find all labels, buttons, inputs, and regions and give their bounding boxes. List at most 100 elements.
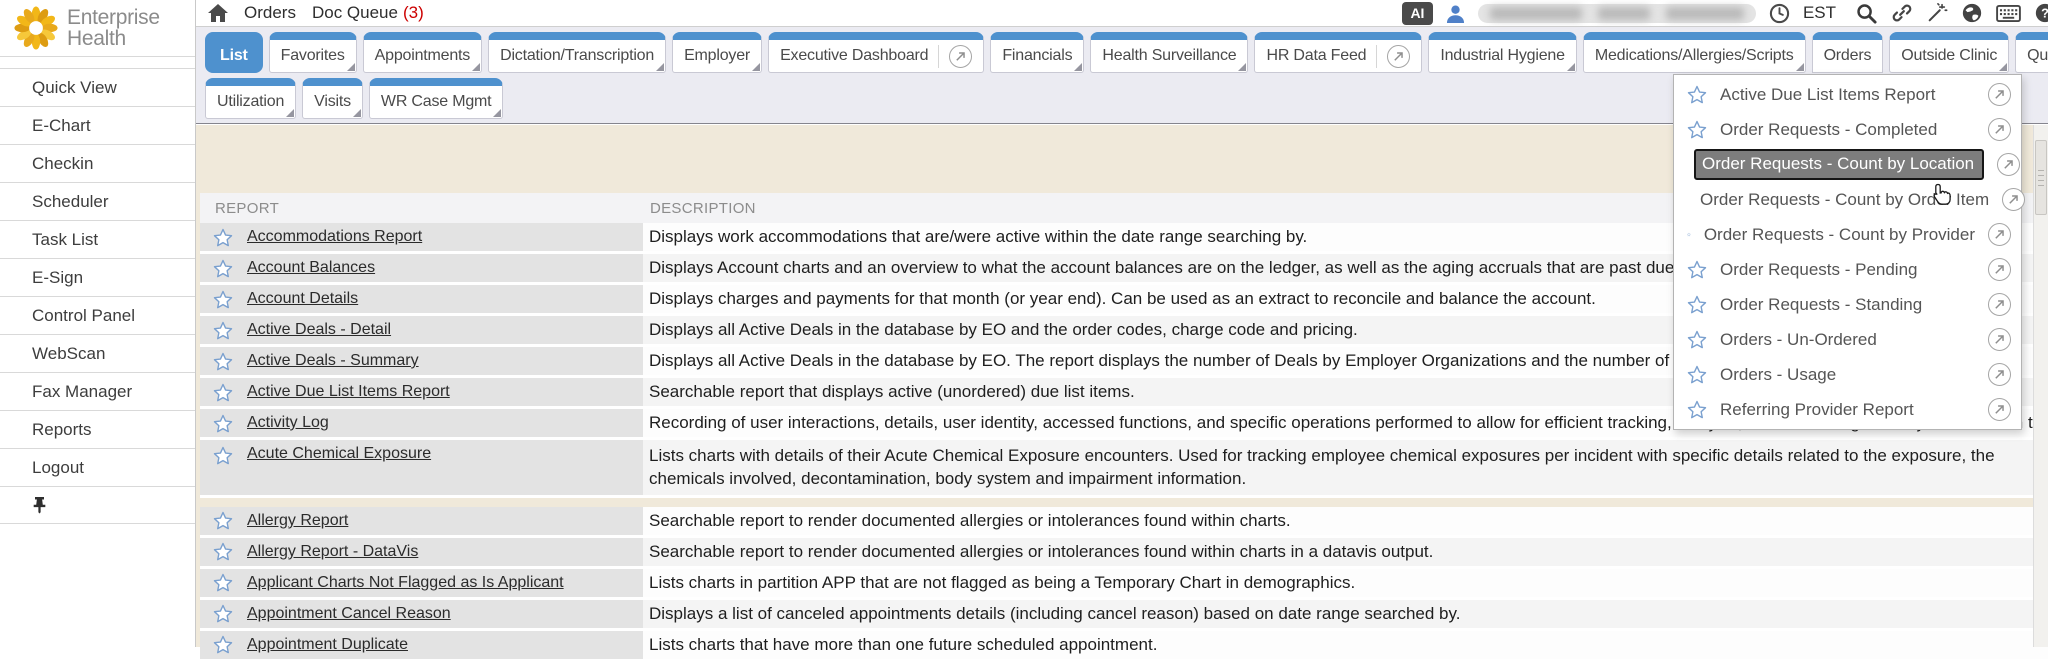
user-icon[interactable]	[1446, 4, 1465, 23]
sidebar-item-e-chart[interactable]: E-Chart	[0, 106, 195, 144]
report-link[interactable]: Allergy Report - DataVis	[247, 543, 418, 561]
sidebar-item-task-list[interactable]: Task List	[0, 220, 195, 258]
favorite-star-icon[interactable]	[1687, 400, 1707, 419]
favorite-star-icon[interactable]	[213, 383, 233, 402]
tab-quality-of-care[interactable]: Quality of Care	[2015, 32, 2048, 73]
open-new-window-icon[interactable]	[1387, 45, 1410, 68]
favorite-star-icon[interactable]	[213, 414, 233, 433]
menu-item-order-requests-pending[interactable]: Order Requests - Pending	[1674, 252, 2021, 287]
home-icon[interactable]	[208, 4, 228, 22]
open-new-window-icon[interactable]	[1988, 83, 2011, 106]
menu-item-order-requests-count-by-location[interactable]: Order Requests - Count by Location	[1674, 147, 2021, 182]
menu-item-order-requests-count-by-order-item[interactable]: Order Requests - Count by Order Item	[1674, 182, 2021, 217]
magic-wand-icon[interactable]	[1926, 2, 1948, 24]
report-link[interactable]: Applicant Charts Not Flagged as Is Appli…	[247, 574, 564, 592]
tab-dropdown-fold-icon[interactable]	[286, 109, 294, 117]
sidebar-item-checkin[interactable]: Checkin	[0, 144, 195, 182]
sidebar-item-quick-view[interactable]: Quick View	[0, 68, 195, 106]
favorite-star-icon[interactable]	[213, 259, 233, 278]
favorite-star-icon[interactable]	[1687, 295, 1707, 314]
report-link[interactable]: Allergy Report	[247, 512, 348, 530]
open-new-window-icon[interactable]	[1988, 258, 2011, 281]
tab-executive-dashboard[interactable]: Executive Dashboard	[768, 32, 984, 73]
favorite-star-icon[interactable]	[213, 290, 233, 309]
report-link[interactable]: Appointment Cancel Reason	[247, 605, 451, 623]
favorite-star-icon[interactable]	[213, 573, 233, 592]
sidebar-item-reports[interactable]: Reports	[0, 410, 195, 448]
tab-list[interactable]: List	[205, 32, 263, 73]
tab-dropdown-fold-icon[interactable]	[1796, 63, 1804, 71]
tab-hr-data-feed[interactable]: HR Data Feed	[1254, 32, 1422, 73]
sidebar-item-pin[interactable]	[0, 486, 195, 524]
vertical-scrollbar[interactable]	[2033, 125, 2048, 647]
tab-dropdown-fold-icon[interactable]	[1074, 63, 1082, 71]
favorite-star-icon[interactable]	[213, 542, 233, 561]
menu-item-orders-un-ordered[interactable]: Orders - Un-Ordered	[1674, 322, 2021, 357]
report-link[interactable]: Accommodations Report	[247, 228, 422, 246]
tab-utilization[interactable]: Utilization	[205, 78, 296, 119]
tab-appointments[interactable]: Appointments	[363, 32, 482, 73]
open-new-window-icon[interactable]	[1988, 328, 2011, 351]
open-new-window-icon[interactable]	[1988, 398, 2011, 421]
tab-visits[interactable]: Visits	[302, 78, 363, 119]
menu-item-referring-provider-report[interactable]: Referring Provider Report	[1674, 392, 2021, 427]
tab-dropdown-fold-icon[interactable]	[752, 63, 760, 71]
favorite-star-icon[interactable]	[213, 228, 233, 247]
scrollbar-thumb[interactable]	[2035, 140, 2047, 215]
link-icon[interactable]	[1891, 2, 1913, 24]
favorite-star-icon[interactable]	[1687, 85, 1707, 104]
open-new-window-icon[interactable]	[1988, 223, 2011, 246]
breadcrumb-doc-queue[interactable]: Doc Queue (3)	[312, 3, 424, 23]
report-link[interactable]: Active Due List Items Report	[247, 383, 450, 401]
favorite-star-icon[interactable]	[213, 604, 233, 623]
tab-dropdown-fold-icon[interactable]	[1567, 63, 1575, 71]
tab-dropdown-fold-icon[interactable]	[1238, 63, 1246, 71]
sidebar-item-scheduler[interactable]: Scheduler	[0, 182, 195, 220]
report-link[interactable]: Account Balances	[247, 259, 375, 277]
open-new-window-icon[interactable]	[949, 45, 972, 68]
report-link[interactable]: Active Deals - Detail	[247, 321, 391, 339]
tab-outside-clinic[interactable]: Outside Clinic	[1889, 32, 2009, 73]
tab-health-surveillance[interactable]: Health Surveillance	[1090, 32, 1248, 73]
tab-dropdown-fold-icon[interactable]	[472, 63, 480, 71]
favorite-star-icon[interactable]	[213, 321, 233, 340]
open-new-window-icon[interactable]	[2002, 188, 2025, 211]
tab-industrial-hygiene[interactable]: Industrial Hygiene	[1428, 32, 1576, 73]
tab-dictation-transcription[interactable]: Dictation/Transcription	[488, 32, 666, 73]
breadcrumb-orders[interactable]: Orders	[244, 3, 296, 23]
tab-financials[interactable]: Financials	[990, 32, 1084, 73]
report-link[interactable]: Appointment Duplicate	[247, 636, 408, 654]
sidebar-item-logout[interactable]: Logout	[0, 448, 195, 486]
tab-dropdown-fold-icon[interactable]	[353, 109, 361, 117]
menu-item-order-requests-standing[interactable]: Order Requests - Standing	[1674, 287, 2021, 322]
favorite-star-icon[interactable]	[1687, 225, 1691, 244]
help-icon[interactable]: ?	[2034, 2, 2048, 24]
menu-item-order-requests-completed[interactable]: Order Requests - Completed	[1674, 112, 2021, 147]
report-link[interactable]: Account Details	[247, 290, 358, 308]
menu-item-order-requests-count-by-provider[interactable]: Order Requests - Count by Provider	[1674, 217, 2021, 252]
tab-dropdown-fold-icon[interactable]	[1999, 63, 2007, 71]
tab-wr-case-mgmt[interactable]: WR Case Mgmt	[369, 78, 504, 119]
tab-dropdown-fold-icon[interactable]	[656, 63, 664, 71]
menu-item-active-due-list-items-report[interactable]: Active Due List Items Report	[1674, 77, 2021, 112]
open-new-window-icon[interactable]	[1988, 363, 2011, 386]
search-icon[interactable]	[1855, 2, 1878, 25]
report-link[interactable]: Activity Log	[247, 414, 329, 432]
favorite-star-icon[interactable]	[213, 352, 233, 371]
globe-icon[interactable]	[1961, 2, 1983, 24]
keyboard-icon[interactable]	[1996, 4, 2021, 23]
favorite-star-icon[interactable]	[1687, 260, 1707, 279]
sidebar-item-fax-manager[interactable]: Fax Manager	[0, 372, 195, 410]
favorite-star-icon[interactable]	[213, 635, 233, 654]
sidebar-item-control-panel[interactable]: Control Panel	[0, 296, 195, 334]
report-link[interactable]: Active Deals - Summary	[247, 352, 419, 370]
favorite-star-icon[interactable]	[1687, 120, 1707, 139]
tab-medications-allergies-scripts[interactable]: Medications/Allergies/Scripts	[1583, 32, 1806, 73]
favorite-star-icon[interactable]	[1687, 365, 1707, 384]
open-new-window-icon[interactable]	[1997, 153, 2020, 176]
ai-badge[interactable]: AI	[1402, 2, 1433, 25]
favorite-star-icon[interactable]	[1687, 330, 1707, 349]
sidebar-item-e-sign[interactable]: E-Sign	[0, 258, 195, 296]
menu-item-orders-usage[interactable]: Orders - Usage	[1674, 357, 2021, 392]
favorite-star-icon[interactable]	[213, 446, 233, 465]
